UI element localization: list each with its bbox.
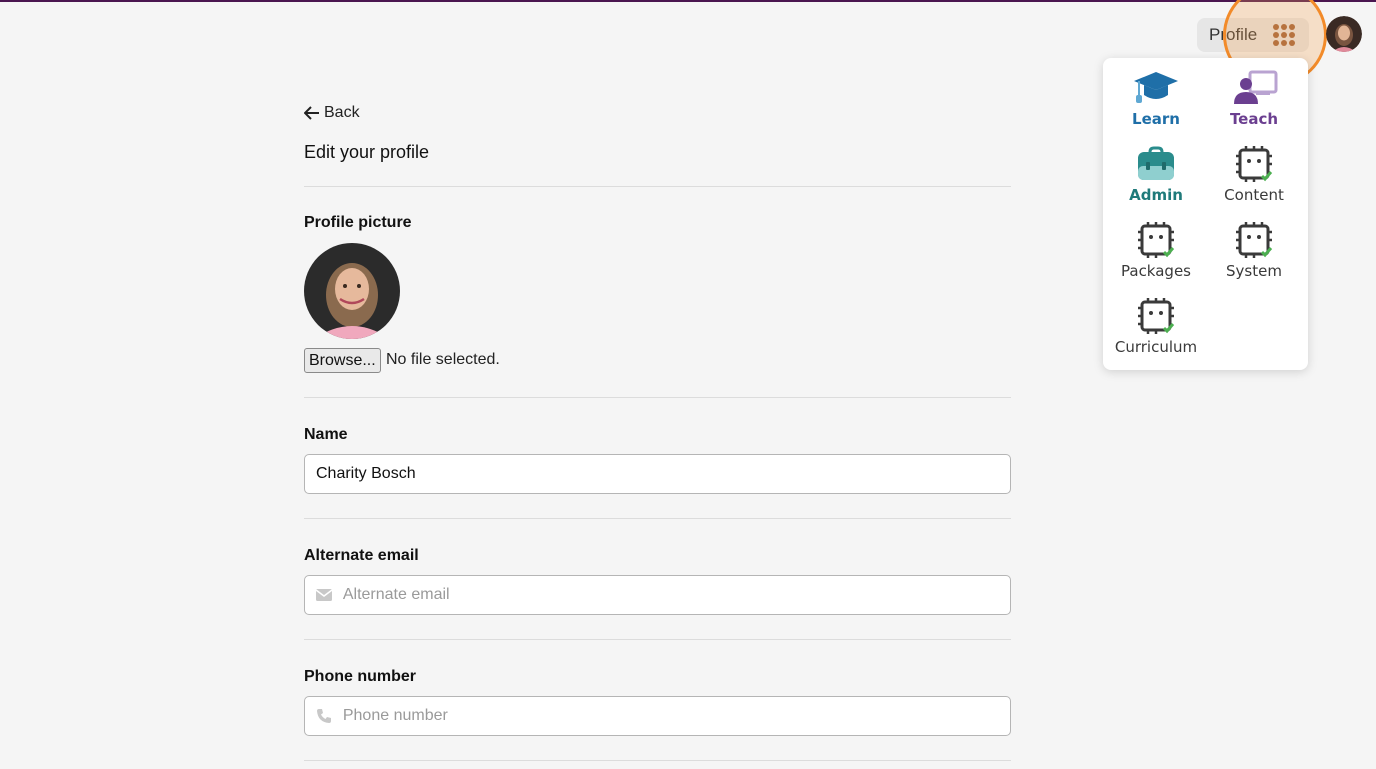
name-input[interactable] [316,455,1010,493]
divider [304,397,1011,398]
profile-picture [304,243,400,339]
envelope-icon [305,589,343,601]
app-item-learn[interactable]: Learn [1111,70,1201,140]
chip-check-icon [1138,222,1175,258]
app-item-label: System [1226,262,1282,280]
divider [304,760,1011,761]
phone-icon [305,708,343,724]
back-link[interactable]: Back [304,104,360,122]
alternate-email-label: Alternate email [304,547,419,564]
app-item-content[interactable]: Content [1209,146,1299,216]
app-item-label: Content [1224,186,1284,204]
app-item-teach[interactable]: Teach [1209,70,1299,140]
divider [304,186,1011,187]
chip-check-icon [1236,146,1273,182]
file-status: No file selected. [386,351,500,368]
profile-label: Profile [1209,25,1258,44]
grid-dots-icon[interactable] [1273,24,1295,46]
top-accent-bar [0,0,1376,2]
phone-number-field[interactable] [304,696,1011,736]
name-label: Name [304,426,348,443]
profile-picture-label: Profile picture [304,214,412,231]
app-item-system[interactable]: System [1209,222,1299,292]
phone-number-input[interactable] [342,697,1010,735]
app-item-label: Admin [1129,186,1183,204]
divider [304,639,1011,640]
browse-button[interactable]: Browse... [304,348,381,373]
chip-check-icon [1236,222,1273,258]
name-field[interactable] [304,454,1011,494]
arrow-left-icon [304,106,319,120]
briefcase-icon [1138,146,1174,180]
app-item-label: Teach [1229,110,1279,128]
alternate-email-input[interactable] [342,576,1010,614]
divider [304,518,1011,519]
app-item-label: Curriculum [1114,338,1198,356]
app-item-curriculum[interactable]: Curriculum [1111,298,1201,368]
phone-number-label: Phone number [304,668,417,685]
graduation-cap-icon [1134,72,1178,103]
chip-check-icon [1138,298,1175,334]
teacher-board-icon [1234,70,1278,104]
alternate-email-field[interactable] [304,575,1011,615]
back-label: Back [324,104,360,121]
app-item-label: Packages [1121,262,1191,280]
app-item-admin[interactable]: Admin [1111,146,1201,216]
app-item-label: Learn [1132,110,1180,128]
app-item-packages[interactable]: Packages [1111,222,1201,292]
page-title: Edit your profile [304,142,430,162]
header-avatar[interactable] [1326,16,1362,52]
app-switcher-menu: Learn Teach Admin Content Packages Syste… [1103,58,1308,370]
